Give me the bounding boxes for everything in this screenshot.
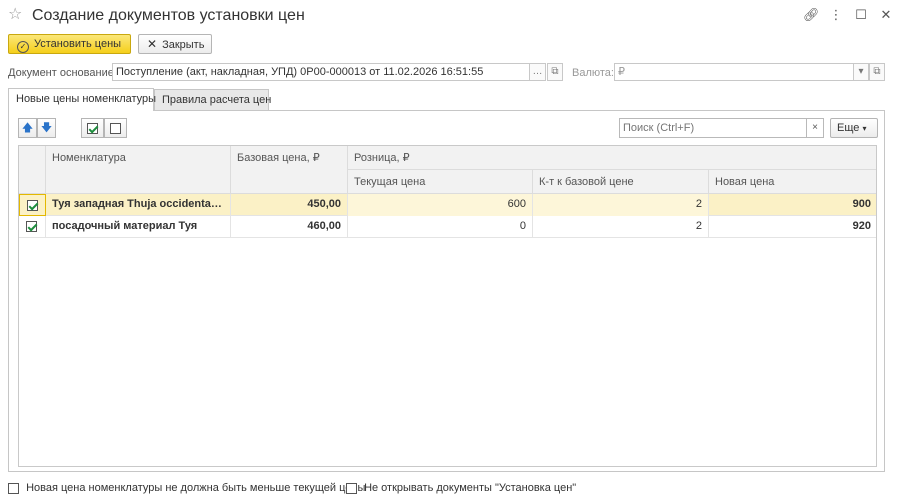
- cell-current-price[interactable]: 600: [348, 194, 533, 216]
- tab-price-rules[interactable]: Правила расчета цен: [154, 89, 271, 111]
- cell-nomenclature[interactable]: посадочный материал Туя: [46, 216, 231, 238]
- not-less-label: Новая цена номенклатуры не должна быть м…: [26, 482, 366, 494]
- arrow-up-icon: 🡅: [21, 122, 34, 134]
- maximize-icon[interactable]: ☐: [853, 8, 869, 22]
- header-current-price[interactable]: Текущая цена: [348, 170, 533, 194]
- base-doc-open-icon[interactable]: ⧉: [547, 63, 563, 81]
- cell-base-price[interactable]: 450,00: [231, 194, 348, 216]
- close-x-icon: ✕: [147, 37, 158, 51]
- search-clear-icon[interactable]: ×: [806, 118, 824, 138]
- row-checkbox[interactable]: [27, 199, 38, 211]
- search-input[interactable]: [619, 118, 807, 138]
- dont-open-docs-checkbox-box[interactable]: [346, 482, 357, 494]
- currency-open-icon[interactable]: ⧉: [869, 63, 885, 81]
- more-menu-icon[interactable]: ⋮: [828, 8, 844, 22]
- base-doc-field[interactable]: Поступление (акт, накладная, УПД) 0Р00-0…: [112, 63, 530, 81]
- row-checkbox[interactable]: [26, 220, 37, 232]
- title-bar: ☆ Создание документов установки цен 🔗︎ ⋮…: [0, 0, 900, 32]
- currency-field[interactable]: ₽: [614, 63, 854, 81]
- tab-new-prices[interactable]: Новые цены номенклатуры: [8, 88, 156, 111]
- check-circle-icon: ✓: [17, 41, 29, 53]
- currency-dropdown-icon[interactable]: ▾: [853, 63, 869, 81]
- checkbox-empty-icon: [110, 122, 121, 134]
- more-dropdown-icon: ▾: [862, 124, 867, 133]
- header-nomenclature[interactable]: Номенклатура: [46, 146, 231, 194]
- base-doc-label: Документ основание:: [8, 67, 117, 79]
- close-label: Закрыть: [162, 39, 205, 51]
- window-title: Создание документов установки цен: [32, 7, 305, 24]
- move-up-button[interactable]: 🡅: [18, 118, 37, 138]
- row-checkbox-cell[interactable]: [19, 194, 46, 216]
- cell-base-price[interactable]: 460,00: [231, 216, 348, 238]
- dont-open-docs-checkbox[interactable]: Не открывать документы "Установка цен": [346, 481, 576, 495]
- cell-nomenclature[interactable]: Туя западная Thuja occidentali...: [46, 194, 231, 216]
- not-less-checkbox[interactable]: Новая цена номенклатуры не должна быть м…: [8, 481, 365, 495]
- uncheck-all-button[interactable]: [104, 118, 127, 138]
- set-prices-button[interactable]: ✓ Установить цены: [8, 34, 131, 54]
- row-checkbox-cell[interactable]: [19, 216, 46, 238]
- table-row[interactable]: посадочный материал Туя 460,00 0 2 920: [19, 216, 876, 238]
- more-label: Еще: [837, 122, 860, 134]
- checkbox-checked-icon: [87, 122, 98, 134]
- favorite-star-icon[interactable]: ☆: [8, 6, 22, 24]
- cell-new-price[interactable]: 900: [709, 194, 876, 216]
- header-retail[interactable]: Розница, ₽: [348, 146, 876, 170]
- cell-new-price[interactable]: 920: [709, 216, 876, 238]
- currency-label: Валюта:: [572, 67, 614, 79]
- dont-open-docs-label: Не открывать документы "Установка цен": [364, 482, 577, 494]
- cell-coef[interactable]: 2: [533, 216, 709, 238]
- cell-coef[interactable]: 2: [533, 194, 709, 216]
- set-prices-label: Установить цены: [34, 38, 122, 50]
- prices-table: Номенклатура Базовая цена, ₽ Розница, ₽ …: [18, 145, 877, 467]
- base-doc-select-button[interactable]: …: [529, 63, 546, 81]
- header-check-col: [19, 146, 46, 194]
- table-row[interactable]: Туя западная Thuja occidentali... 450,00…: [19, 194, 876, 216]
- close-button[interactable]: ✕ Закрыть: [138, 34, 212, 54]
- header-coef[interactable]: К-т к базовой цене: [533, 170, 709, 194]
- header-new-price[interactable]: Новая цена: [709, 170, 876, 194]
- tab-panel: 🡅 🡇 × Еще ▾ Номенклатура Базовая цена, ₽…: [8, 110, 885, 472]
- move-down-button[interactable]: 🡇: [37, 118, 56, 138]
- cell-current-price[interactable]: 0: [348, 216, 533, 238]
- more-button[interactable]: Еще ▾: [830, 118, 878, 138]
- not-less-checkbox-box[interactable]: [8, 482, 19, 494]
- check-all-button[interactable]: [81, 118, 104, 138]
- header-base-price[interactable]: Базовая цена, ₽: [231, 146, 348, 194]
- arrow-down-icon: 🡇: [40, 122, 53, 134]
- close-window-icon[interactable]: ✕: [878, 8, 894, 22]
- link-icon[interactable]: 🔗︎: [803, 8, 820, 22]
